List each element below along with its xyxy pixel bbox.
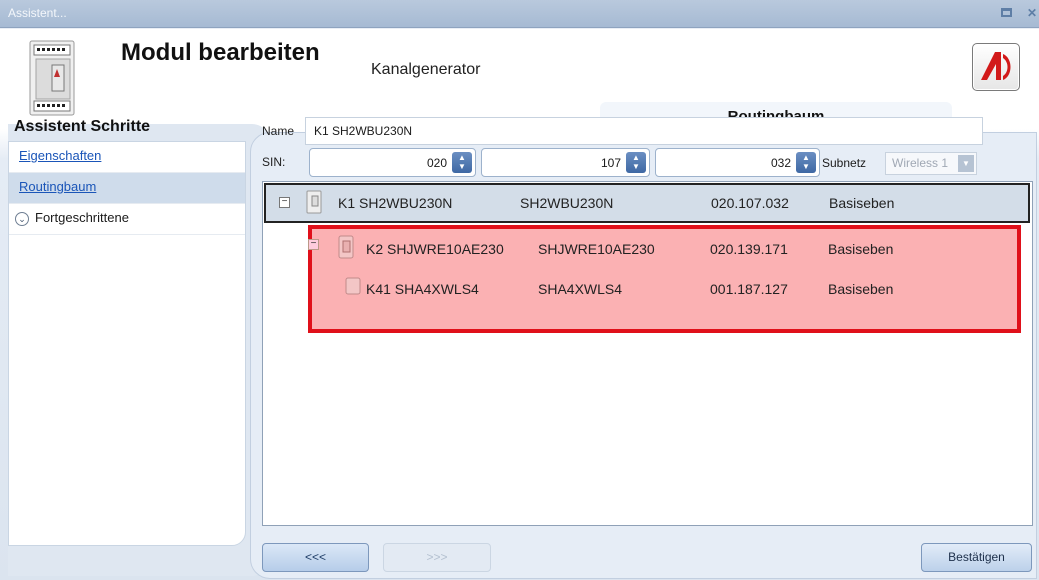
highlight-box: − K2 SHJWRE10AE230 SHJWRE10AE230 020.139… [308, 225, 1021, 333]
tree-cell-address: 020.139.171 [710, 241, 788, 257]
sin-value-3: 032 [770, 156, 791, 170]
tree-row-k1[interactable]: − K1 SH2WBU230N SH2WBU230N 020.107.032 B… [264, 183, 1030, 223]
dropdown-arrow-icon[interactable]: ▼ [958, 155, 974, 172]
subnet-select[interactable]: Wireless 1 ▼ [885, 152, 977, 175]
sin-value-1: 020 [426, 156, 447, 170]
sidebar-title: Assistent Schritte [14, 118, 151, 135]
collapse-icon[interactable]: − [308, 239, 319, 250]
tree-cell-type: SHJWRE10AE230 [538, 241, 655, 257]
chevron-down-icon[interactable]: ⌄ [15, 211, 29, 226]
tree-cell-level: Basiseben [829, 195, 895, 211]
spinner-icon[interactable]: ▲ ▼ [626, 152, 646, 173]
sin-label: SIN: [262, 155, 286, 169]
sin-value-2: 107 [600, 156, 621, 170]
tree-cell-name: K2 SHJWRE10AE230 [366, 241, 504, 257]
tree-cell-name: K41 SHA4XWLS4 [366, 281, 479, 297]
back-button[interactable]: <<< [262, 543, 369, 572]
header: Modul bearbeiten Kanalgenerator Routingb… [0, 29, 1039, 129]
tree-cell-type: SH2WBU230N [520, 195, 614, 211]
module-device-icon [29, 40, 75, 116]
sin-field-3[interactable]: 032 ▲ ▼ [655, 148, 820, 177]
device-icon [306, 190, 322, 214]
tree-cell-level: Basiseben [828, 241, 894, 257]
window-title: Assistent... [8, 6, 67, 20]
sidebar-item-routingbaum[interactable]: Routingbaum [9, 173, 245, 204]
title-bar: Assistent... ✕ [0, 0, 1039, 28]
tree-cell-level: Basiseben [828, 281, 894, 297]
sidebar-item-fortgeschrittene[interactable]: ⌄ Fortgeschrittene [9, 204, 245, 235]
page-title: Modul bearbeiten [121, 39, 320, 66]
maximize-icon[interactable] [999, 6, 1013, 20]
sidebar-item-label: Fortgeschrittene [35, 210, 129, 225]
sidebar-item-label: Eigenschaften [19, 148, 102, 163]
collapse-icon[interactable]: − [279, 197, 290, 208]
next-button[interactable]: >>> [383, 543, 491, 572]
sidebar-item-label: Routingbaum [19, 179, 97, 194]
close-icon[interactable]: ✕ [1025, 6, 1039, 20]
brand-logo-icon [981, 52, 1011, 80]
routing-tree: − K1 SH2WBU230N SH2WBU230N 020.107.032 B… [262, 181, 1033, 526]
subnet-label: Subnetz [822, 156, 867, 170]
tree-cell-type: SHA4XWLS4 [538, 281, 623, 297]
step-list: Eigenschaften Routingbaum ⌄ Fortgeschritt… [8, 141, 246, 546]
name-label: Name [262, 124, 295, 138]
sidebar-item-eigenschaften[interactable]: Eigenschaften [9, 142, 245, 173]
spinner-icon[interactable]: ▲ ▼ [796, 152, 816, 173]
confirm-button[interactable]: Bestätigen [921, 543, 1032, 572]
spinner-icon[interactable]: ▲ ▼ [452, 152, 472, 173]
brand-logo-button[interactable] [972, 43, 1020, 91]
tree-cell-address: 001.187.127 [710, 281, 788, 297]
tree-cell-name: K1 SH2WBU230N [338, 195, 453, 211]
name-input[interactable]: K1 SH2WBU230N [305, 117, 983, 145]
tree-cell-address: 020.107.032 [711, 195, 789, 211]
sin-field-1[interactable]: 020 ▲ ▼ [309, 148, 476, 177]
wizard-window: Modul bearbeiten Kanalgenerator Routingb… [0, 29, 1039, 580]
page-subtitle: Kanalgenerator [371, 61, 481, 78]
sin-field-2[interactable]: 107 ▲ ▼ [481, 148, 650, 177]
subnet-value: Wireless 1 [892, 156, 949, 170]
